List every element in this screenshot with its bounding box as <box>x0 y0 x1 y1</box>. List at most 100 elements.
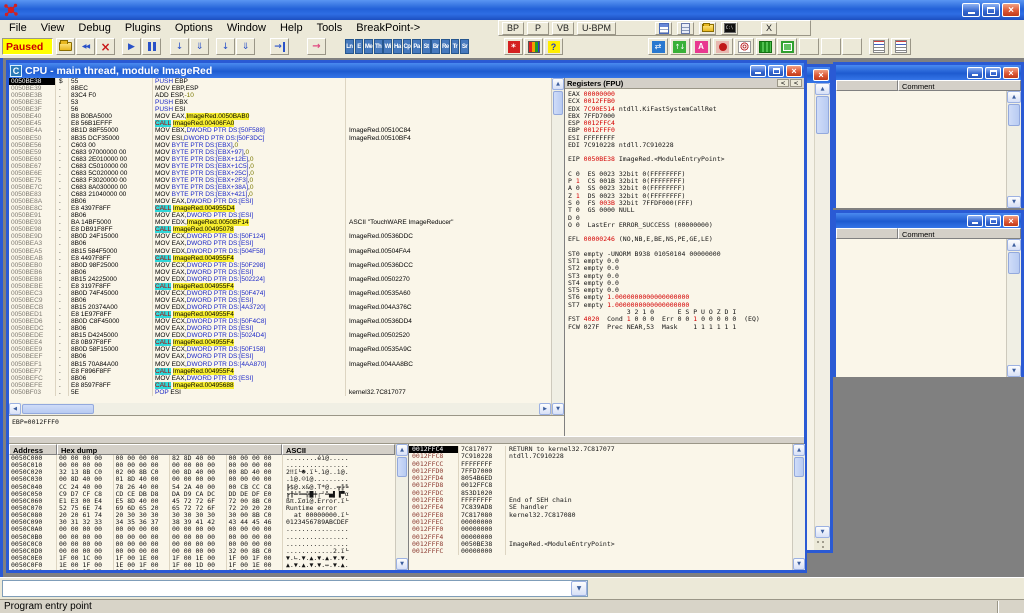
hex-dump-row[interactable]: 0050C0F01E 00 1F 001E 00 1F 001F 00 1D 0… <box>9 562 395 569</box>
hex-dump-row[interactable]: 0050C050C9 D7 CF C8CD CE DB D8DA D9 CA D… <box>9 491 395 498</box>
restore-icon[interactable] <box>768 65 784 77</box>
disasm-row[interactable]: 0050BE3F.56PUSH ESI <box>9 106 551 113</box>
help-button[interactable] <box>544 38 563 55</box>
hex-dump-row[interactable]: 0050C0A000 00 00 0000 00 00 0000 00 00 0… <box>9 526 395 533</box>
disasm-row[interactable]: 0050BE38$55PUSH EBP <box>9 78 551 85</box>
registers-pane[interactable]: Registers (FPU) < < EAX 00000000ECX 0012… <box>564 78 804 436</box>
stack-row[interactable]: 0012FFD80012FFC8 <box>409 482 792 489</box>
pause-button[interactable] <box>142 38 161 55</box>
open-file-button[interactable] <box>56 38 75 55</box>
scrollbar[interactable]: ▲ ▼ <box>1006 239 1021 377</box>
stack-row[interactable]: 0012FFD07FFD7000 <box>409 468 792 475</box>
blank-button[interactable] <box>821 38 841 55</box>
pane-button-ha[interactable]: Ha <box>393 39 402 54</box>
stack-row[interactable]: 0012FFE87C817080kernel32.7C817080 <box>409 512 792 519</box>
hex-dump-pane[interactable]: Address Hex dump ASCII 0050C00000 00 00 … <box>9 444 395 570</box>
menu-item-tools[interactable]: Tools <box>310 22 350 34</box>
disasm-row[interactable]: 0050BECB.8B15 20374A00MOV EDX,DWORD PTR … <box>9 304 551 311</box>
scroll-left-icon[interactable]: ◀ <box>9 403 21 415</box>
menu-item-plugins[interactable]: Plugins <box>118 22 168 34</box>
disasm-row[interactable]: 0050BE3B.83C4 F0ADD ESP,-10 <box>9 92 551 99</box>
cpu-window-titlebar[interactable]: C CPU - main thread, module ImageRed × <box>9 63 804 78</box>
disasm-row[interactable]: 0050BEC3.8B0D 74F45000MOV ECX,DWORD PTR … <box>9 290 551 297</box>
stack-row[interactable]: 0012FFD48054B6ED <box>409 475 792 482</box>
document-button[interactable] <box>677 22 694 35</box>
stack-row[interactable]: 0012FFFC00000000 <box>409 548 792 555</box>
pane-button-cp[interactable]: Cp <box>403 39 412 54</box>
register-line[interactable]: EIP 0050BE38 ImageRed.<ModuleEntryPoint> <box>568 156 804 163</box>
refresh-button[interactable] <box>648 38 668 55</box>
go-to-button[interactable] <box>307 38 326 55</box>
disasm-row[interactable]: 0050BE50.8B35 DCF35000MOV ESI,DWORD PTR … <box>9 135 551 142</box>
disasm-row[interactable]: 0050BEE4.E8 0B97F8FFCALL ImageRed.004955… <box>9 339 551 346</box>
hex-dump-row[interactable]: 0050C1001F 00 1F 001F 00 1F 001F 00 1F 0… <box>9 569 395 570</box>
stack-row[interactable]: 0012FFE47C839AD8SE handler <box>409 504 792 511</box>
disasm-row[interactable]: 0050BE83.C683 21040000 00MOV BYTE PTR DS… <box>9 191 551 198</box>
minimize-button[interactable] <box>962 3 980 17</box>
hex-dump-row[interactable]: 0050C0D000 00 00 0000 00 00 0000 00 00 0… <box>9 548 395 555</box>
disasm-row[interactable]: 0050BEBE.E8 3197F8FFCALL ImageRed.004955… <box>9 283 551 290</box>
disasm-row[interactable]: 0050BEF1.8B15 70A84A00MOV EDX,DWORD PTR … <box>9 361 551 368</box>
register-line[interactable]: EDI 7C910228 ntdll.7C910228 <box>568 142 804 149</box>
pane-button-re[interactable]: Re <box>441 39 450 54</box>
disasm-row[interactable]: 0050BE4A.8B1D 88F55000MOV EBX,DWORD PTR … <box>9 127 551 134</box>
disasm-row[interactable]: 0050BEB6.8B06MOV EAX,DWORD PTR DS:[ESI] <box>9 269 551 276</box>
menu-item-view[interactable]: View <box>34 22 72 34</box>
disasm-row[interactable]: 0050BE98.E8 DB91F8FFCALL ImageRed.004950… <box>9 226 551 233</box>
stack-pane[interactable]: 0012FFC47C817077RETURN to kernel32.7C817… <box>408 444 792 570</box>
terminate-button[interactable] <box>96 38 115 55</box>
pane-button-tr[interactable]: Tr <box>451 39 460 54</box>
scroll-thumb[interactable] <box>397 457 407 477</box>
combo-dropdown-icon[interactable]: ▼ <box>571 581 587 596</box>
stack-row[interactable]: 0012FFDC853D1020 <box>409 490 792 497</box>
disasm-row[interactable]: 0050BEA3.8B06MOV EAX,DWORD PTR DS:[ESI] <box>9 240 551 247</box>
disassembly-pane[interactable]: 0050BE38$55PUSH EBP0050BE39.8BECMOV EBP,… <box>9 78 551 403</box>
highlight-a-button[interactable] <box>691 38 711 55</box>
disassembly-hscrollbar[interactable]: ◀ ▶ <box>9 403 551 415</box>
disasm-row[interactable]: 0050BEFE.E8 8597F8FFCALL ImageRed.004956… <box>9 382 551 389</box>
scroll-up-icon[interactable]: ▲ <box>552 78 564 90</box>
scroll-up-icon[interactable]: ▲ <box>1007 239 1021 251</box>
hex-dump-row[interactable]: 0050C02032 13 8B C002 00 8B C000 8D 40 0… <box>9 469 395 476</box>
stack-row[interactable]: 0012FFEC00000000 <box>409 519 792 526</box>
bp-button-bp[interactable]: BP <box>502 22 524 35</box>
notes-button[interactable] <box>655 22 672 35</box>
scroll-down-icon[interactable]: ▼ <box>1007 365 1021 377</box>
disasm-row[interactable]: 0050BE67.C683 C5010000 00MOV BYTE PTR DS… <box>9 163 551 170</box>
disasm-row[interactable]: 0050BEC9.8B06MOV EAX,DWORD PTR DS:[ESI] <box>9 297 551 304</box>
maximize-icon[interactable] <box>985 215 1001 227</box>
blank-button[interactable] <box>842 38 862 55</box>
console-button[interactable] <box>721 22 738 35</box>
menu-item-debug[interactable]: Debug <box>71 22 117 34</box>
resize-grip[interactable] <box>814 538 830 550</box>
disasm-row[interactable]: 0050BEEF.8B06MOV EAX,DWORD PTR DS:[ESI] <box>9 353 551 360</box>
disasm-row[interactable]: 0050BE7C.C683 8A030000 00MOV BYTE PTR DS… <box>9 184 551 191</box>
close-icon[interactable]: × <box>1003 67 1019 79</box>
pane-button-st[interactable]: St <box>422 39 431 54</box>
pane-button-wi[interactable]: Wi <box>383 39 392 54</box>
disasm-row[interactable]: 0050BE93.BA 14BF5000MOV EDX,ImageRed.005… <box>9 219 551 226</box>
breakpoint-button[interactable] <box>713 38 733 55</box>
disasm-row[interactable]: 0050BE9D.8B0D 24F15000MOV ECX,DWORD PTR … <box>9 233 551 240</box>
registers-next-icon[interactable]: < <box>790 79 802 87</box>
scroll-up-icon[interactable]: ▲ <box>396 444 408 456</box>
comment-window-bottom[interactable]: × Comment ▲ ▼ <box>833 210 1024 377</box>
scroll-down-icon[interactable]: ▼ <box>793 558 805 570</box>
menu-item-breakpoint[interactable]: BreakPoint-> <box>349 22 427 34</box>
stack-scrollbar[interactable]: ▲ ▼ <box>792 444 805 570</box>
scroll-down-icon[interactable]: ▼ <box>1007 196 1021 208</box>
scroll-thumb[interactable] <box>794 457 804 477</box>
spiral-button[interactable] <box>734 38 754 55</box>
windows-button[interactable] <box>777 38 797 55</box>
hex-dump-row[interactable]: 0050C09030 31 32 3334 35 36 3738 39 41 4… <box>9 519 395 526</box>
register-line[interactable]: EFL 00000246 (NO,NB,E,BE,NS,PE,GE,LE) <box>568 236 804 243</box>
disasm-row[interactable]: 0050BEDE.8B15 D4245000MOV EDX,DWORD PTR … <box>9 332 551 339</box>
bp-button-u-bpm[interactable]: U-BPM <box>577 22 616 35</box>
disasm-row[interactable]: 0050BE39.8BECMOV EBP,ESP <box>9 85 551 92</box>
menu-item-window[interactable]: Window <box>220 22 273 34</box>
registers-prev-icon[interactable]: < <box>777 79 789 87</box>
disasm-row[interactable]: 0050BED1.E8 1E97F8FFCALL ImageRed.004955… <box>9 311 551 318</box>
stack-row[interactable]: 0012FFCCFFFFFFFF <box>409 461 792 468</box>
stack-row[interactable]: 0012FFF400000000 <box>409 534 792 541</box>
animate-over-button[interactable] <box>236 38 255 55</box>
